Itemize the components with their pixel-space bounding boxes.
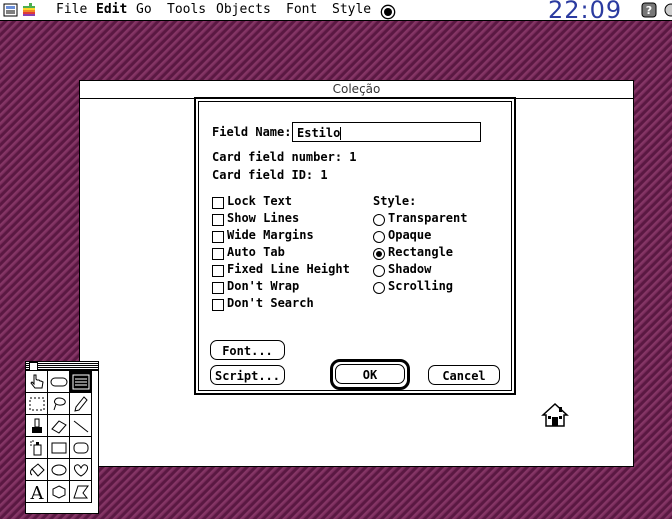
lock-text-label[interactable]: Lock Text — [227, 194, 292, 208]
cancel-button[interactable]: Cancel — [428, 365, 500, 385]
style-transparent-radio[interactable] — [373, 214, 385, 226]
card-field-number: Card field number: 1 — [212, 150, 357, 164]
browse-tool-icon[interactable] — [26, 371, 48, 393]
style-transparent-label[interactable]: Transparent — [388, 211, 467, 225]
round-rect-tool-icon[interactable] — [70, 437, 92, 459]
field-tool-icon[interactable] — [70, 371, 92, 393]
menu-tools[interactable]: Tools — [167, 2, 206, 17]
fixed-line-height-label[interactable]: Fixed Line Height — [227, 262, 350, 276]
style-rectangle-radio[interactable] — [373, 248, 385, 260]
field-name-input[interactable]: Estilo — [292, 122, 481, 142]
show-lines-checkbox[interactable] — [212, 214, 224, 226]
curve-tool-icon[interactable] — [70, 459, 92, 481]
apple-icon[interactable] — [21, 2, 37, 18]
auto-tab-label[interactable]: Auto Tab — [227, 245, 285, 259]
field-name-label: Field Name: — [212, 125, 292, 139]
lock-text-checkbox[interactable] — [212, 197, 224, 209]
style-opaque-label[interactable]: Opaque — [388, 228, 431, 242]
spray-tool-icon[interactable] — [26, 437, 48, 459]
dont-search-checkbox[interactable] — [212, 299, 224, 311]
menu-go[interactable]: Go — [136, 2, 152, 17]
text-tool-icon[interactable]: A — [26, 481, 48, 503]
menu-bar: File Edit Go Tools Objects Font Style 22… — [0, 0, 672, 24]
menu-style[interactable]: Style — [332, 2, 371, 17]
menu-font[interactable]: Font — [286, 2, 317, 17]
style-label: Style: — [373, 194, 417, 208]
script-button[interactable]: Script... — [210, 365, 285, 385]
line-tool-icon[interactable] — [70, 415, 92, 437]
text-tool-glyph: A — [30, 483, 45, 501]
tools-palette: A — [25, 361, 99, 514]
eraser-tool-icon[interactable] — [48, 415, 70, 437]
style-scrolling-radio[interactable] — [373, 282, 385, 294]
menubar-clock[interactable]: 22:09 — [548, 0, 622, 24]
help-icon[interactable]: ? — [641, 2, 657, 18]
wide-margins-checkbox[interactable] — [212, 231, 224, 243]
style-rectangle-label[interactable]: Rectangle — [388, 245, 453, 259]
style-opaque-radio[interactable] — [373, 231, 385, 243]
text-caret — [340, 127, 342, 140]
pencil-tool-icon[interactable] — [70, 393, 92, 415]
font-button[interactable]: Font... — [210, 340, 285, 360]
ok-button[interactable]: OK — [335, 364, 405, 384]
home-icon[interactable] — [541, 402, 569, 428]
regular-polygon-tool-icon[interactable] — [48, 481, 70, 503]
lasso-tool-icon[interactable] — [48, 393, 70, 415]
dont-wrap-label[interactable]: Don't Wrap — [227, 279, 299, 293]
brush-tool-icon[interactable] — [26, 415, 48, 437]
menu-file[interactable]: File — [56, 2, 87, 17]
oval-tool-icon[interactable] — [48, 459, 70, 481]
svg-text:?: ? — [646, 4, 652, 17]
dont-search-label[interactable]: Don't Search — [227, 296, 314, 310]
select-tool-icon[interactable] — [26, 393, 48, 415]
app-icon[interactable] — [3, 2, 19, 18]
button-tool-icon[interactable] — [48, 371, 70, 393]
style-radio-icon[interactable] — [380, 4, 396, 20]
menu-objects[interactable]: Objects — [216, 2, 271, 17]
app-switcher-icon[interactable] — [661, 2, 672, 18]
wide-margins-label[interactable]: Wide Margins — [227, 228, 314, 242]
bucket-tool-icon[interactable] — [26, 459, 48, 481]
auto-tab-checkbox[interactable] — [212, 248, 224, 260]
dont-wrap-checkbox[interactable] — [212, 282, 224, 294]
palette-drag-bar[interactable] — [26, 362, 98, 371]
style-shadow-label[interactable]: Shadow — [388, 262, 431, 276]
rectangle-tool-icon[interactable] — [48, 437, 70, 459]
polygon-tool-icon[interactable] — [70, 481, 92, 503]
fixed-line-height-checkbox[interactable] — [212, 265, 224, 277]
style-scrolling-label[interactable]: Scrolling — [388, 279, 453, 293]
field-name-value: Estilo — [297, 126, 341, 140]
show-lines-label[interactable]: Show Lines — [227, 211, 299, 225]
card-field-id: Card field ID: 1 — [212, 168, 328, 182]
palette-close-box[interactable] — [29, 362, 38, 371]
menu-edit[interactable]: Edit — [96, 2, 127, 17]
field-info-dialog: Field Name: Estilo Card field number: 1 … — [194, 97, 516, 395]
style-shadow-radio[interactable] — [373, 265, 385, 277]
